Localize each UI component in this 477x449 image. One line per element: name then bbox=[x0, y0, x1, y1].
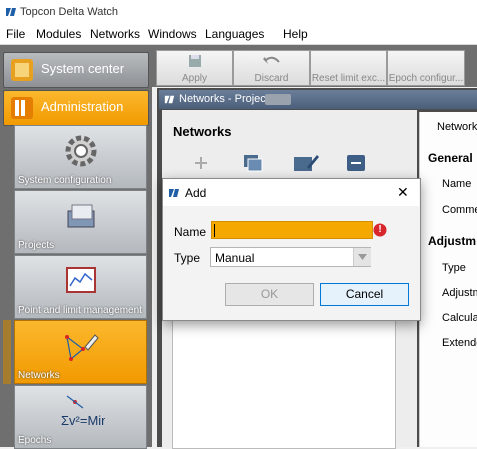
menu-windows[interactable]: Windows bbox=[148, 27, 197, 41]
field-calculation-label: Calcula bbox=[442, 312, 477, 324]
epoch-configuration-button[interactable]: Epoch configur... bbox=[387, 50, 465, 86]
toolbar: Apply Discard Reset limit exc... Epoch c… bbox=[152, 45, 477, 87]
chevron-down-icon bbox=[358, 254, 367, 260]
epoch-configuration-label: Epoch configur... bbox=[388, 73, 464, 84]
tile-label: Epochs bbox=[18, 435, 52, 446]
menu-networks[interactable]: Networks bbox=[90, 27, 140, 41]
dialog-logo-icon bbox=[169, 189, 179, 197]
app-title: Topcon Delta Watch bbox=[20, 6, 119, 18]
tile-projects[interactable]: Projects bbox=[14, 190, 147, 254]
chart-icon bbox=[65, 267, 96, 293]
administration-label: Administration bbox=[41, 99, 124, 114]
tile-system-configuration[interactable]: System configuration bbox=[14, 125, 147, 189]
window-logo-icon bbox=[164, 95, 175, 104]
name-label: Name bbox=[174, 225, 207, 239]
tab-network[interactable]: Network bbox=[437, 121, 477, 133]
network-wrench-icon bbox=[64, 334, 99, 361]
type-select-value: Manual bbox=[215, 251, 255, 265]
edit-icon[interactable] bbox=[293, 153, 319, 173]
tile-label: System configuration bbox=[18, 175, 112, 186]
field-comment-label: Comme bbox=[442, 204, 477, 216]
field-type-label: Type bbox=[442, 262, 466, 274]
tile-networks[interactable]: Networks bbox=[14, 320, 147, 384]
active-indicator bbox=[3, 320, 11, 384]
reset-limit-button[interactable]: Reset limit exc... bbox=[310, 50, 387, 86]
system-center-label: System center bbox=[41, 61, 125, 76]
text-caret bbox=[214, 224, 215, 237]
tile-point-limit-management[interactable]: Point and limit management bbox=[14, 255, 147, 319]
field-adjustment-label: Adjustm bbox=[442, 287, 477, 299]
reset-limit-label: Reset limit exc... bbox=[311, 73, 386, 84]
page-title: Networks bbox=[173, 124, 232, 139]
add-dialog-title: Add bbox=[185, 186, 207, 200]
administration-icon bbox=[11, 97, 33, 119]
field-name-label: Name bbox=[442, 178, 472, 190]
field-extended-label: Extende bbox=[442, 337, 477, 349]
section-general: General bbox=[428, 151, 473, 165]
type-label: Type bbox=[174, 251, 201, 265]
projects-icon bbox=[67, 204, 94, 228]
tile-epochs[interactable]: Σv²=Min Epochs bbox=[14, 385, 147, 449]
menu-bar: File Modules Networks Windows Languages … bbox=[0, 24, 477, 63]
gear-icon bbox=[65, 135, 96, 167]
name-input[interactable] bbox=[211, 221, 373, 239]
duplicate-icon[interactable] bbox=[242, 153, 264, 173]
networks-list[interactable] bbox=[172, 315, 396, 449]
networks-window-title: Networks - Project: bbox=[179, 93, 272, 105]
apply-button[interactable]: Apply bbox=[156, 50, 233, 86]
app-logo-icon bbox=[6, 8, 16, 16]
type-select-arrow[interactable] bbox=[353, 248, 371, 266]
menu-modules[interactable]: Modules bbox=[36, 27, 81, 41]
remove-icon[interactable] bbox=[346, 154, 366, 172]
undo-icon bbox=[263, 56, 280, 64]
section-adjustment: Adjustm bbox=[428, 234, 476, 248]
administration-button[interactable]: Administration bbox=[3, 90, 149, 126]
menu-file[interactable]: File bbox=[6, 27, 25, 41]
type-select[interactable]: Manual bbox=[210, 247, 371, 267]
ok-button[interactable]: OK bbox=[225, 283, 314, 306]
discard-button[interactable]: Discard bbox=[233, 50, 310, 86]
system-center-icon bbox=[11, 59, 33, 81]
close-icon[interactable]: ✕ bbox=[397, 184, 409, 201]
tile-label: Point and limit management bbox=[18, 305, 142, 316]
networks-window-title-bar: Networks - Project: bbox=[159, 90, 477, 109]
tile-label: Projects bbox=[18, 240, 55, 251]
discard-label: Discard bbox=[254, 73, 289, 84]
tile-label: Networks bbox=[18, 370, 60, 381]
apply-label: Apply bbox=[181, 73, 207, 84]
network-details-pane: Network General Name Comme Adjustm Type … bbox=[419, 112, 477, 447]
app-title-bar: Topcon Delta Watch bbox=[0, 0, 477, 24]
add-icon[interactable] bbox=[193, 155, 209, 171]
save-icon bbox=[189, 55, 201, 67]
system-center-button[interactable]: System center bbox=[3, 52, 149, 88]
epochs-icon: Σv²=Min bbox=[61, 395, 105, 428]
cancel-button[interactable]: Cancel bbox=[320, 283, 409, 306]
svg-text:Σv²=Min: Σv²=Min bbox=[61, 413, 105, 428]
error-badge: ! bbox=[378, 224, 382, 235]
menu-help[interactable]: Help bbox=[283, 27, 308, 41]
add-dialog-title-bar: Add ✕ bbox=[163, 179, 419, 206]
module-sidebar: System center Administration System conf… bbox=[0, 45, 152, 449]
redacted-project-name bbox=[265, 94, 291, 105]
menu-languages[interactable]: Languages bbox=[205, 27, 264, 41]
